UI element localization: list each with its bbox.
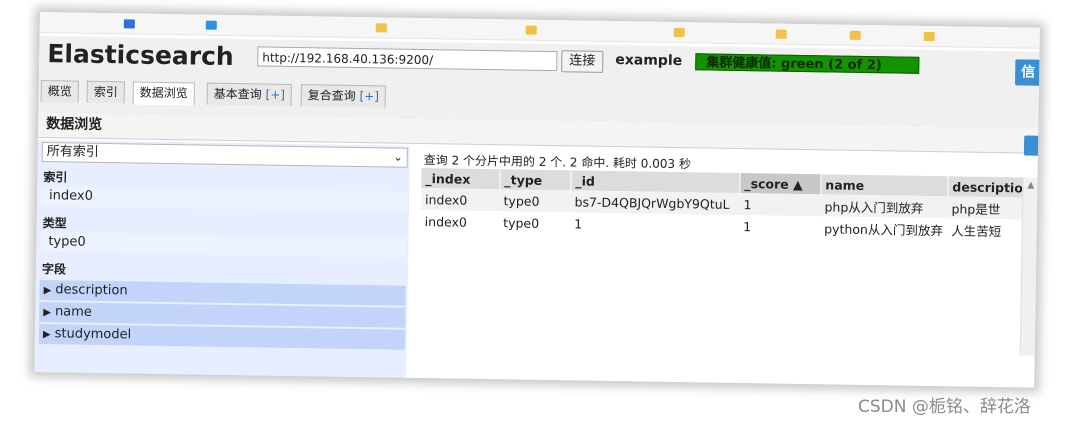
caret-right-icon: ▶ <box>43 307 52 319</box>
cluster-url-input[interactable]: http://192.168.40.136:9200/ <box>257 46 558 72</box>
cluster-health-badge: 集群健康值: green (2 of 2) <box>695 53 920 74</box>
cell-index: index0 <box>424 213 468 230</box>
tab-indices[interactable]: 索引 <box>86 80 125 104</box>
folder-icon[interactable] <box>525 25 537 35</box>
tab-label: 索引 <box>93 84 118 100</box>
folder-icon[interactable] <box>775 29 787 39</box>
connect-button[interactable]: 连接 <box>561 50 604 73</box>
type-label: 类型 <box>42 216 67 231</box>
column-header-score[interactable]: _score ▲ <box>739 173 822 195</box>
tab-plus[interactable]: [+] <box>359 89 379 103</box>
tab-label: 基本查询 <box>213 86 262 102</box>
info-button[interactable]: 信 <box>1014 59 1040 86</box>
scroll-up-icon[interactable]: ▲ <box>1027 181 1034 191</box>
bookmark-icon[interactable] <box>123 19 135 29</box>
bookmark-icon[interactable] <box>205 20 217 30</box>
field-label: description <box>55 282 128 299</box>
index-label: 索引 <box>43 170 68 185</box>
column-header-type[interactable]: _type <box>499 169 572 191</box>
index-select-value: 所有索引 <box>46 144 99 160</box>
tab-overview[interactable]: 概览 <box>40 80 79 103</box>
column-header-index[interactable]: _index <box>421 168 501 190</box>
fields-label: 字段 <box>41 262 67 277</box>
cell-description: php是世 <box>947 196 1028 220</box>
tab-basic-query[interactable]: 基本查询 [+] <box>206 82 293 106</box>
caret-right-icon: ▶ <box>43 285 52 297</box>
cell-score: 1 <box>739 193 821 217</box>
folder-icon[interactable] <box>375 23 387 33</box>
cell-name: python从入门到放弃 <box>824 220 944 238</box>
cell-name: php从入门到放弃 <box>820 194 948 219</box>
chevron-down-icon: ⌄ <box>393 150 403 164</box>
field-item-studymodel[interactable]: ▶ studymodel <box>38 324 406 350</box>
tab-data-browse[interactable]: 数据浏览 <box>132 81 195 106</box>
caret-right-icon: ▶ <box>42 329 51 341</box>
cell-score: 1 <box>743 218 752 234</box>
tab-compound-query[interactable]: 复合查询 [+] <box>300 84 387 108</box>
app-title: Elasticsearch <box>47 39 234 72</box>
side-action-button[interactable] <box>1023 135 1040 156</box>
column-header-description[interactable]: descriptio <box>947 176 1028 198</box>
cell-type: type0 <box>499 189 571 213</box>
results-table: _index _type _id _score ▲ name descripti… <box>420 168 1028 242</box>
cell-id: 1 <box>574 215 583 232</box>
field-label: name <box>54 304 92 320</box>
cell-type: type0 <box>503 214 540 231</box>
cell-description: 人生苦短 <box>951 222 1002 239</box>
cell-id: bs7-D4QBJQrWgbY9QtuL <box>570 190 740 216</box>
folder-icon[interactable] <box>923 31 935 42</box>
tab-label: 数据浏览 <box>139 85 188 101</box>
index-select[interactable]: 所有索引 ⌄ <box>41 142 408 168</box>
cluster-name: example <box>615 52 683 70</box>
filter-panel: 所有索引 ⌄ 索引 index0 类型 type0 字段 ▶ descriptio… <box>34 139 410 382</box>
browser-screenshot: Elasticsearch http://192.168.40.136:9200… <box>34 12 1040 388</box>
tab-plus[interactable]: [+] <box>265 88 285 102</box>
column-header-name[interactable]: name <box>820 174 949 197</box>
tab-label: 概览 <box>47 84 72 99</box>
watermark: CSDN @栀铭、辞花洛 <box>858 397 1031 417</box>
folder-icon[interactable] <box>849 30 861 40</box>
field-label: studymodel <box>54 326 132 343</box>
type-filter-item[interactable]: type0 <box>40 232 407 258</box>
index-filter-item[interactable]: index0 <box>40 186 408 212</box>
cell-index: index0 <box>420 188 500 212</box>
column-header-id[interactable]: _id <box>570 170 741 194</box>
tab-label: 复合查询 <box>307 88 356 103</box>
results-scrollbar[interactable]: ▲ <box>1019 177 1040 356</box>
folder-icon[interactable] <box>673 27 685 38</box>
